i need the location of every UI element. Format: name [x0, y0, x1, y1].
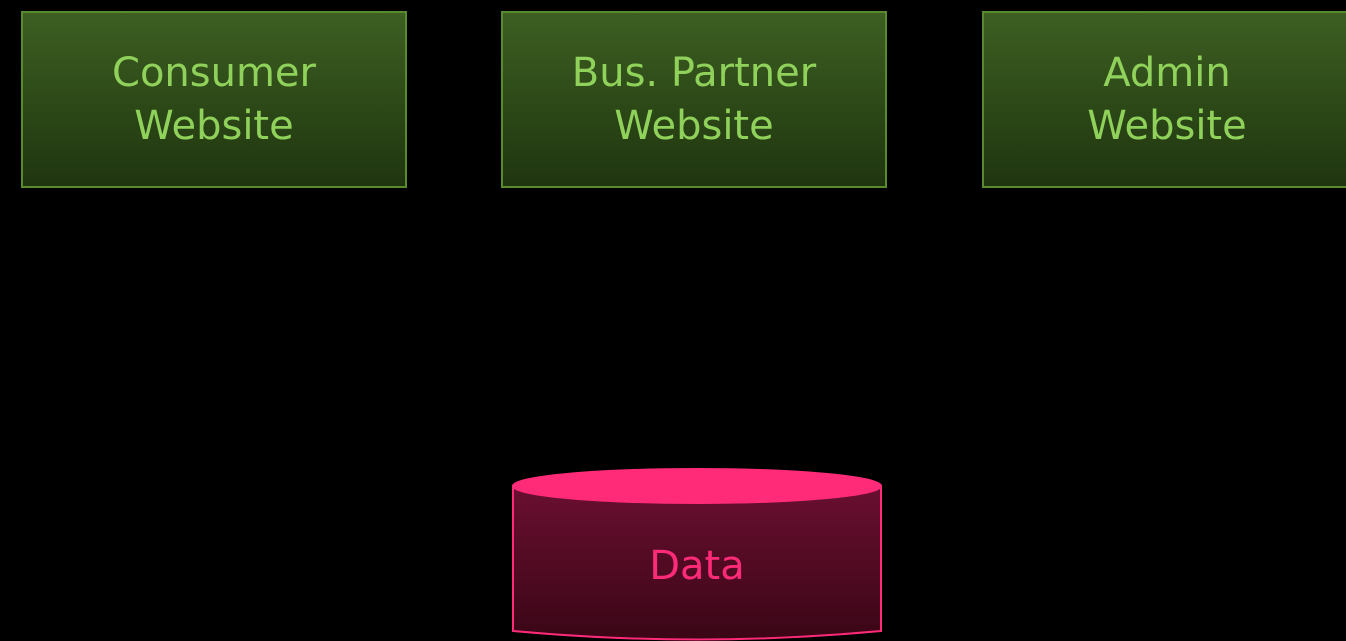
consumer-website-label-line1: Consumer [112, 49, 316, 96]
partner-website-label-line2: Website [614, 102, 774, 149]
admin-website-label-line1: Admin [1103, 49, 1231, 96]
database-label: Data [649, 543, 745, 589]
consumer-website-box: Consumer Website [21, 11, 407, 188]
partner-website-label-line1: Bus. Partner [571, 49, 817, 96]
admin-website-label-line2: Website [1087, 102, 1247, 149]
consumer-website-label-line2: Website [134, 102, 294, 149]
database-top [512, 468, 882, 504]
partner-website-box: Bus. Partner Website [501, 11, 887, 188]
admin-website-box: Admin Website [982, 11, 1346, 188]
